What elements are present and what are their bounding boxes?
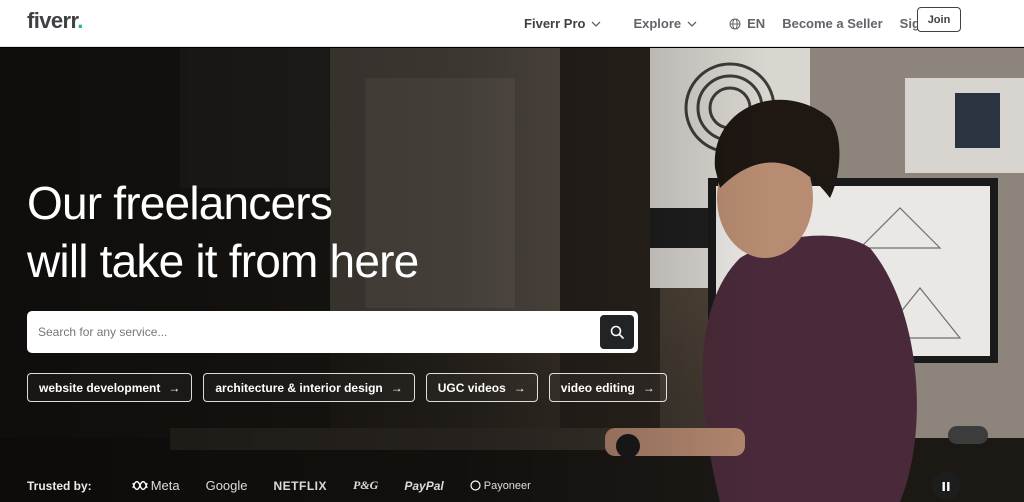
chip-label: website development [39,380,161,395]
top-navigation: fiverr. Fiverr Pro Explore EN Become a S… [0,0,1024,47]
nav-language-label: EN [747,16,766,31]
brand-payoneer-logo: Payoneer [470,480,531,492]
join-button[interactable]: Join [917,7,961,32]
fiverr-logo[interactable]: fiverr. [27,8,83,34]
logo-text: fiverr [27,8,78,33]
nav-fiverr-pro[interactable]: Fiverr Pro [524,16,601,31]
brand-pg-logo: P&G [353,478,379,492]
nav-become-seller-label: Become a Seller [782,16,883,31]
pause-icon [942,481,950,491]
headline-line-1: Our freelancers [27,177,333,229]
arrow-right-icon: → [513,380,526,395]
nav-explore[interactable]: Explore [633,16,697,31]
search-button[interactable] [600,315,634,349]
payoneer-circle-icon [470,480,481,491]
chip-video-editing[interactable]: video editing → [548,373,667,402]
search-bar [27,311,638,353]
headline-line-2: will take it from here [27,235,419,287]
chevron-down-icon [687,21,697,27]
chip-ugc-videos[interactable]: UGC videos → [425,373,538,402]
nav-language[interactable]: EN [729,16,765,31]
arrow-right-icon: → [390,380,403,395]
brand-paypal-logo: PayPal [404,478,444,493]
chip-architecture-interior-design[interactable]: architecture & interior design → [203,373,415,402]
meta-infinity-icon [132,481,148,490]
pause-video-button[interactable] [932,472,960,500]
chevron-down-icon [591,21,601,27]
chip-label: UGC videos [437,380,506,395]
brand-meta-logo: Meta [132,478,180,493]
nav-become-seller[interactable]: Become a Seller [782,16,882,31]
nav-links: Fiverr Pro Explore EN Become a Seller Si… [524,0,962,47]
brand-netflix-logo: NETFLIX [273,478,328,493]
nav-fiverr-pro-label: Fiverr Pro [524,16,586,31]
popular-services: website development → architecture & int… [27,373,667,402]
search-icon [610,325,624,339]
chip-label: video editing [560,380,635,395]
chip-label: architecture & interior design [215,380,383,395]
trusted-by-label: Trusted by: [27,478,92,493]
trusted-by-bar: Trusted by: Meta Google NETFLIX P&G PayP… [27,478,557,493]
hero-section: Our freelancers will take it from here w… [0,48,1024,502]
globe-icon [729,18,741,29]
arrow-right-icon: → [168,380,181,395]
logo-dot: . [77,8,83,33]
arrow-right-icon: → [642,380,655,395]
brand-google-logo: Google [205,478,248,493]
hero-headline: Our freelancers will take it from here [27,174,419,290]
chip-website-development[interactable]: website development → [27,373,193,402]
nav-explore-label: Explore [633,16,682,31]
search-input[interactable] [38,317,598,347]
